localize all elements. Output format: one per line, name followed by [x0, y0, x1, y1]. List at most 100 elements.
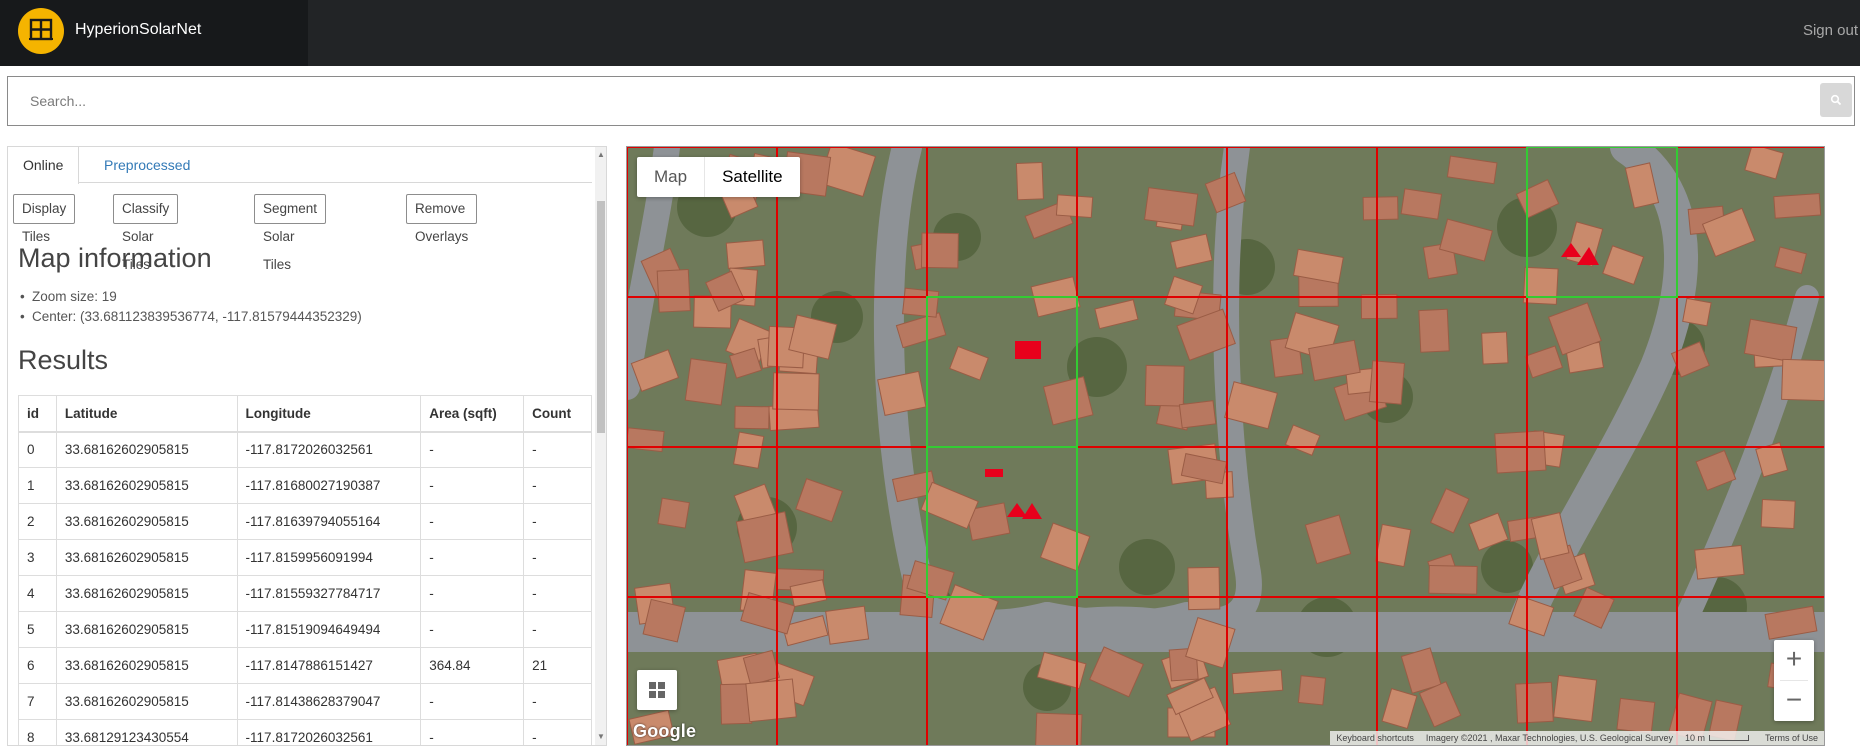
house-rooftop — [1400, 188, 1443, 220]
house-rooftop — [825, 605, 870, 645]
zoom-size: Zoom size: 19 — [20, 287, 362, 307]
column-header: Count — [523, 395, 592, 433]
tab-online[interactable]: Online — [8, 147, 80, 184]
search-button[interactable] — [1820, 83, 1852, 117]
zoom-control: + − — [1774, 640, 1814, 721]
cell-latitude: 33.68129123430554 — [55, 719, 238, 745]
cell-count: - — [523, 719, 592, 745]
house-rooftop — [734, 405, 770, 430]
house-rooftop — [1616, 697, 1656, 734]
results-heading: Results — [18, 345, 109, 375]
layers-icon — [649, 682, 665, 698]
cell-id: 0 — [18, 431, 57, 468]
keyboard-shortcuts-link[interactable]: Keyboard shortcuts — [1330, 731, 1420, 745]
display-tiles-button[interactable]: Display Tiles — [13, 194, 76, 244]
cell-id: 7 — [18, 683, 57, 720]
zoom-out-button[interactable]: − — [1774, 681, 1814, 721]
cell-id: 2 — [18, 503, 57, 540]
search-icon — [1830, 94, 1842, 106]
cell-count: - — [523, 611, 592, 648]
scale-bar-icon — [1708, 735, 1749, 741]
map-type-map-button[interactable]: Map — [637, 157, 704, 197]
house-rooftop — [1682, 297, 1712, 327]
scale-label: 10 m — [1684, 733, 1705, 743]
map-center: Center: (33.681123839536774, -117.815794… — [20, 307, 362, 327]
satellite-map[interactable]: Map Satellite + − Google Keyboard shortc… — [626, 146, 1825, 746]
table-row: 8 33.68129123430554 -117.8172026032561 -… — [18, 719, 592, 745]
scroll-down-arrow-icon[interactable]: ▼ — [595, 731, 606, 743]
house-rooftop — [1515, 681, 1554, 724]
house-rooftop — [1231, 669, 1284, 695]
column-header: Longitude — [236, 395, 422, 433]
house-rooftop — [1553, 674, 1598, 723]
house-rooftop — [902, 287, 940, 318]
house-rooftop — [1374, 523, 1412, 568]
map-type-control: Map Satellite — [637, 157, 800, 197]
search-input[interactable] — [8, 77, 1808, 125]
house-rooftop — [642, 598, 687, 643]
zoom-in-button[interactable]: + — [1774, 640, 1814, 680]
cell-latitude: 33.68162602905815 — [55, 503, 238, 540]
cell-id: 4 — [18, 575, 57, 612]
house-rooftop — [1481, 331, 1509, 365]
house-rooftop — [1362, 196, 1399, 221]
house-rooftop — [733, 431, 765, 469]
map-type-satellite-button[interactable]: Satellite — [704, 157, 799, 197]
map-information-heading: Map information — [18, 243, 212, 273]
house-rooftop — [1773, 193, 1822, 219]
house-rooftop — [1144, 364, 1185, 407]
table-row: 6 33.68162602905815 -117.8147886151427 3… — [18, 647, 592, 684]
map-attribution: Keyboard shortcuts Imagery ©2021 , Maxar… — [1330, 731, 1824, 745]
layers-button[interactable] — [637, 670, 677, 710]
cell-area: - — [420, 719, 525, 745]
cell-area: - — [420, 431, 525, 468]
house-rooftop — [1297, 675, 1327, 706]
google-logo: Google — [633, 721, 697, 741]
cell-area: - — [420, 467, 525, 504]
house-rooftop — [684, 358, 728, 406]
cell-id: 5 — [18, 611, 57, 648]
panel-scrollbar[interactable]: ▲ ▼ — [595, 147, 606, 745]
cell-count: - — [523, 683, 592, 720]
brand-name: HyperionSolarNet — [75, 21, 202, 38]
house-rooftop — [772, 372, 820, 411]
table-row: 1 33.68162602905815 -117.81680027190387 … — [18, 467, 592, 504]
house-rooftop — [1494, 430, 1547, 474]
column-header: id — [18, 395, 57, 433]
brand[interactable]: HyperionSolarNet — [0, 0, 308, 66]
cell-longitude: -117.81680027190387 — [236, 467, 422, 504]
sign-out-link[interactable]: Sign out — [1803, 22, 1858, 39]
cell-area: - — [420, 683, 525, 720]
scroll-up-arrow-icon[interactable]: ▲ — [595, 149, 606, 161]
cell-id: 8 — [18, 719, 57, 745]
cell-longitude: -117.81519094649494 — [236, 611, 422, 648]
tab-preprocessed[interactable]: Preprocessed — [89, 147, 205, 184]
house-rooftop — [1781, 358, 1824, 402]
scroll-thumb[interactable] — [597, 201, 605, 433]
house-rooftop — [1360, 293, 1398, 320]
house-rooftop — [657, 497, 690, 529]
table-row: 7 33.68162602905815 -117.81438628379047 … — [18, 683, 592, 720]
house-rooftop — [1178, 400, 1217, 429]
search-bar — [7, 76, 1855, 126]
house-rooftop — [1368, 360, 1405, 405]
cell-longitude: -117.8172026032561 — [236, 719, 422, 745]
sidebar-panel: Online Preprocessed Display Tiles Classi… — [7, 146, 607, 746]
cell-id: 6 — [18, 647, 57, 684]
table-row: 0 33.68162602905815 -117.8172026032561 -… — [18, 431, 592, 468]
results-table: id Latitude Longitude Area (sqft) Count … — [18, 395, 592, 745]
remove-overlays-button[interactable]: Remove Overlays — [406, 194, 478, 244]
cell-latitude: 33.68162602905815 — [55, 539, 238, 576]
terms-of-use-link[interactable]: Terms of Use — [1759, 731, 1824, 745]
cell-longitude: -117.8159956091994 — [236, 539, 422, 576]
house-rooftop — [745, 678, 797, 723]
map-scale[interactable]: 10 m — [1679, 731, 1759, 745]
house-rooftop — [877, 370, 927, 416]
table-row: 5 33.68162602905815 -117.81519094649494 … — [18, 611, 592, 648]
segment-solar-tiles-button[interactable]: Segment Solar Tiles — [254, 194, 327, 272]
cell-count: - — [523, 431, 592, 468]
solar-panel-logo-icon — [18, 8, 64, 54]
cell-latitude: 33.68162602905815 — [55, 467, 238, 504]
classify-solar-tiles-button[interactable]: Classify Solar Tiles — [113, 194, 179, 272]
cell-area: - — [420, 503, 525, 540]
